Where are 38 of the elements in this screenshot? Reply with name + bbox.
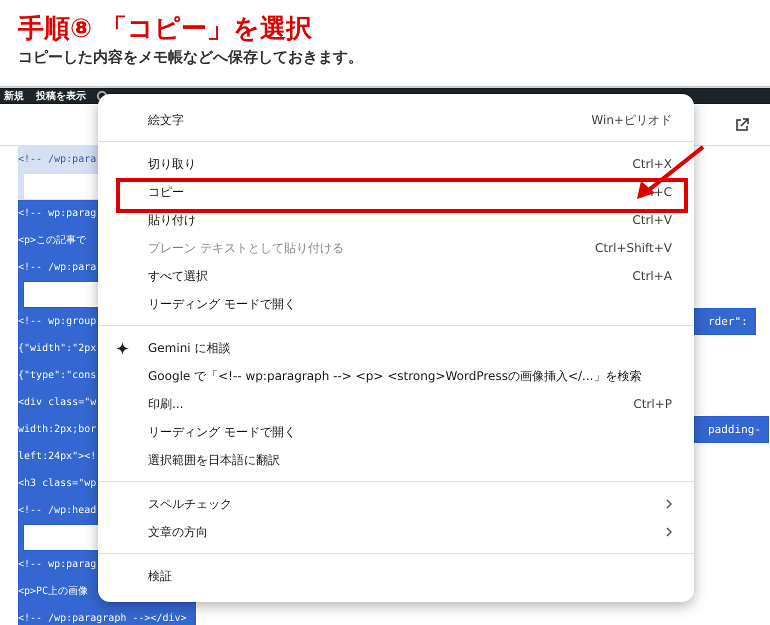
code-line: <!-- /wp:head: [18, 505, 96, 516]
page-title: 手順⑧ 「コピー」を選択: [18, 13, 314, 46]
shortcut-text: Ctrl+A: [632, 269, 672, 283]
code-line: <div class="w: [18, 397, 96, 408]
external-link-icon[interactable]: [735, 118, 749, 132]
shortcut-text: Ctrl+X: [632, 157, 672, 171]
menu-item[interactable]: スペルチェック: [98, 490, 694, 518]
code-line: left:24px"><!: [18, 451, 96, 462]
menu-item[interactable]: すべて選択 Ctrl+A: [98, 262, 694, 290]
code-line: <p>この記事で: [18, 235, 86, 246]
code-line: width:2px;bor: [18, 424, 96, 435]
code-line: <!-- /wp:paragraph --></div>: [18, 613, 187, 624]
menu-item[interactable]: Gemini に相談: [98, 334, 694, 362]
menu-item[interactable]: 印刷... Ctrl+P: [98, 390, 694, 418]
code-line: <p>PC上の画像: [18, 586, 88, 597]
code-line: <h3 class="wp: [18, 478, 96, 489]
menu-item[interactable]: 絵文字 Win+ピリオド: [98, 106, 694, 134]
shortcut-text: Win+ピリオド: [591, 112, 672, 128]
menu-item[interactable]: 文章の方向: [98, 518, 694, 546]
page-subtitle: コピーした内容をメモ帳などへ保存しておきます。: [18, 47, 364, 68]
code-line: {"type":"cons: [18, 370, 96, 381]
code-line: {"width":"2px: [18, 343, 96, 354]
menu-item[interactable]: Google で「<!-- wp:paragraph --> <p> <strong>WordPressの画像挿入</...」を検索: [98, 362, 694, 390]
menu-item[interactable]: 選択範囲を日本語に翻訳: [98, 446, 694, 474]
shortcut-text: Ctrl+P: [633, 397, 672, 411]
sparkle-icon: [116, 342, 129, 354]
admin-bar-link[interactable]: 投稿を表示: [36, 89, 86, 103]
code-line: <!-- /wp:para: [18, 154, 96, 165]
code-line: <!-- wp:parag: [18, 559, 96, 570]
code-line: <!-- /wp:para: [18, 262, 96, 273]
admin-bar-link[interactable]: 新規: [4, 89, 24, 103]
shortcut-text: Ctrl+Shift+V: [595, 241, 672, 255]
menu-item[interactable]: 切り取り Ctrl+X: [98, 150, 694, 178]
shortcut-text: Ctrl+V: [632, 213, 672, 227]
code-line: <!-- wp:group: [18, 316, 96, 327]
menu-item[interactable]: 貼り付け Ctrl+V: [98, 206, 694, 234]
code-line: <!-- wp:parag: [18, 208, 96, 219]
menu-item[interactable]: 検証: [98, 562, 694, 590]
